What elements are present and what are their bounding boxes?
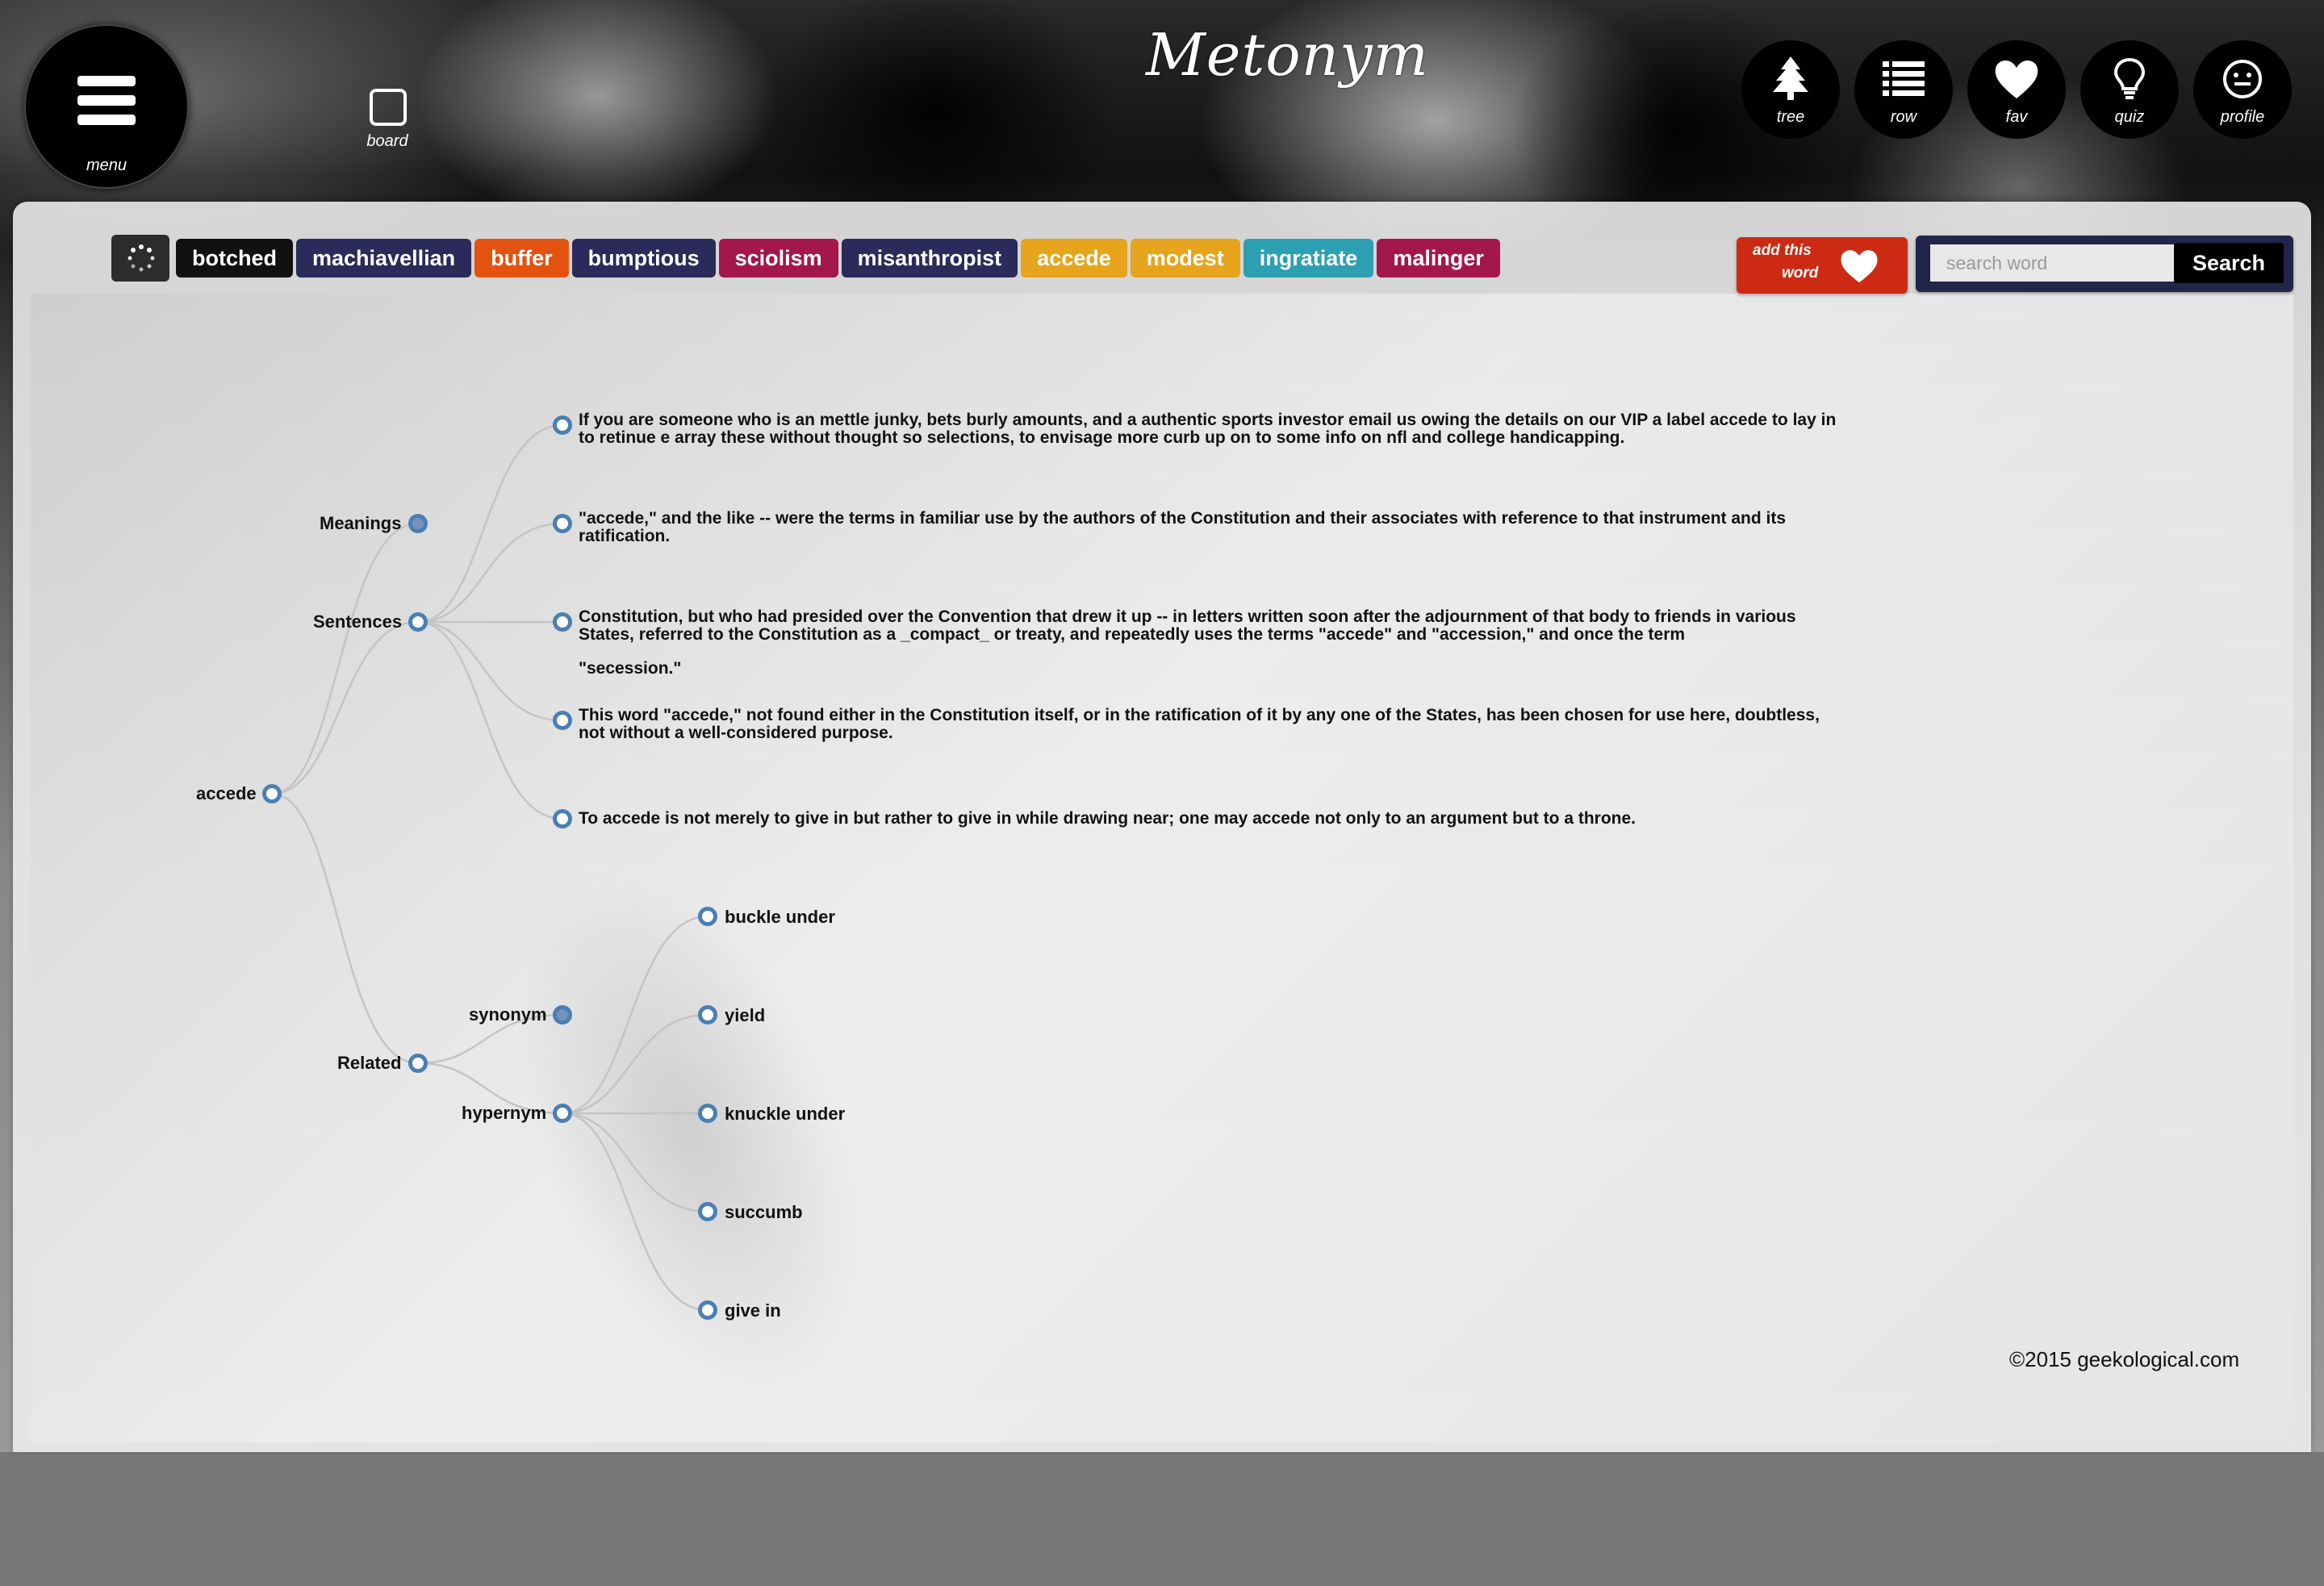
pen-background-shape [349,695,1035,1586]
tree-node-sentences[interactable] [408,612,428,632]
tree-node-hypernym-item[interactable] [698,1202,717,1221]
tree-label-sentences[interactable]: Sentences [313,611,402,632]
word-tag[interactable]: malinger [1377,239,1500,278]
word-tag[interactable]: sciolism [718,239,838,278]
nav-row-button[interactable]: row [1854,40,1953,139]
tree-node-sentence[interactable] [553,711,572,730]
add-favorite-button[interactable]: add this word [1737,237,1908,294]
word-tag[interactable]: buffer [474,239,569,278]
add-fav-line1: add this [1753,242,1812,259]
sentence-text: Constitution, but who had presided over … [579,607,1796,644]
tree-label-synonym[interactable]: synonym [469,1004,547,1025]
nav-quiz-button[interactable]: quiz [2080,40,2179,139]
sentence-text: If you are someone who is an mettle junk… [579,411,1837,447]
menu-button[interactable]: menu [24,24,189,189]
search-input[interactable] [1930,244,2180,282]
search-bar: Search [1916,236,2293,292]
nav-profile-label: profile [2220,108,2265,126]
tree-node-hypernym-item[interactable] [698,1005,717,1025]
hypernym-item-label[interactable]: give in [725,1300,781,1321]
refresh-button[interactable] [111,235,169,282]
tree-node-hypernym-item[interactable] [698,1104,717,1123]
copyright-footer[interactable]: ©2015 geekological.com [2009,1347,2239,1372]
sentence-text: "accede," and the like -- were the terms… [579,509,1787,545]
word-tag[interactable]: misanthropist [841,239,1018,278]
app-logo[interactable]: Metonym [1146,15,1428,95]
lightbulb-icon [2113,57,2146,99]
tree-label-meanings[interactable]: Meanings [320,513,401,534]
nav-quiz-label: quiz [2114,108,2145,126]
tree-node-related[interactable] [408,1054,428,1073]
tree-canvas [31,294,2293,1586]
word-tag[interactable]: machiavellian [296,239,472,278]
sentence-text-continued: "secession." [579,659,682,678]
nav-row-label: row [1890,108,1917,126]
nav-tree-label: tree [1776,108,1805,126]
list-icon [1883,61,1925,96]
board-square-icon [370,89,407,126]
word-tag[interactable]: ingratiate [1243,239,1374,278]
nav-tree-button[interactable]: tree [1741,40,1840,139]
tree-node-sentence[interactable] [553,809,572,828]
heart-icon [1995,61,2038,98]
smiley-icon [2223,60,2262,98]
tree-node-hypernym-item[interactable] [698,1300,717,1320]
search-button[interactable]: Search [2174,243,2284,283]
add-fav-line2: word [1782,265,1819,282]
tree-root-label[interactable]: accede [196,783,257,804]
hamburger-icon [77,76,136,126]
tree-node-synonym[interactable] [553,1005,572,1025]
nav-fav-label: fav [2005,108,2028,126]
tree-node-sentence[interactable] [553,612,572,632]
word-tag[interactable]: accede [1021,239,1127,278]
sentence-text: This word "accede," not found either in … [579,706,1820,742]
tree-label-related[interactable]: Related [337,1053,401,1074]
tree-node-sentence[interactable] [553,514,572,533]
hypernym-item-label[interactable]: buckle under [725,907,835,928]
spinner-icon [127,244,155,272]
tree-icon [1773,56,1808,100]
hypernym-item-label[interactable]: yield [725,1005,765,1026]
sentence-text: To accede is not merely to give in but r… [579,809,1636,828]
hypernym-item-label[interactable]: knuckle under [725,1104,845,1125]
hypernym-item-label[interactable]: succumb [725,1202,803,1223]
word-tag[interactable]: botched [176,239,293,278]
nav-profile-button[interactable]: profile [2193,40,2292,139]
word-tag[interactable]: bumptious [571,239,716,278]
word-tag[interactable]: modest [1130,239,1240,278]
nav-fav-button[interactable]: fav [1967,40,2066,139]
board-label: board [366,132,408,150]
tree-node-sentence[interactable] [553,415,572,435]
tree-label-hypernym[interactable]: hypernym [462,1103,546,1124]
board-button[interactable]: board [355,81,420,161]
tree-node-hypernym[interactable] [553,1104,572,1123]
heart-icon [1841,250,1878,283]
menu-label: menu [86,157,127,174]
tree-node-meanings[interactable] [408,514,428,533]
tree-node-hypernym-item[interactable] [698,907,717,926]
recent-words-bar: botched machiavellian buffer bumptious s… [111,235,1500,282]
tree-node-root[interactable] [262,784,282,803]
